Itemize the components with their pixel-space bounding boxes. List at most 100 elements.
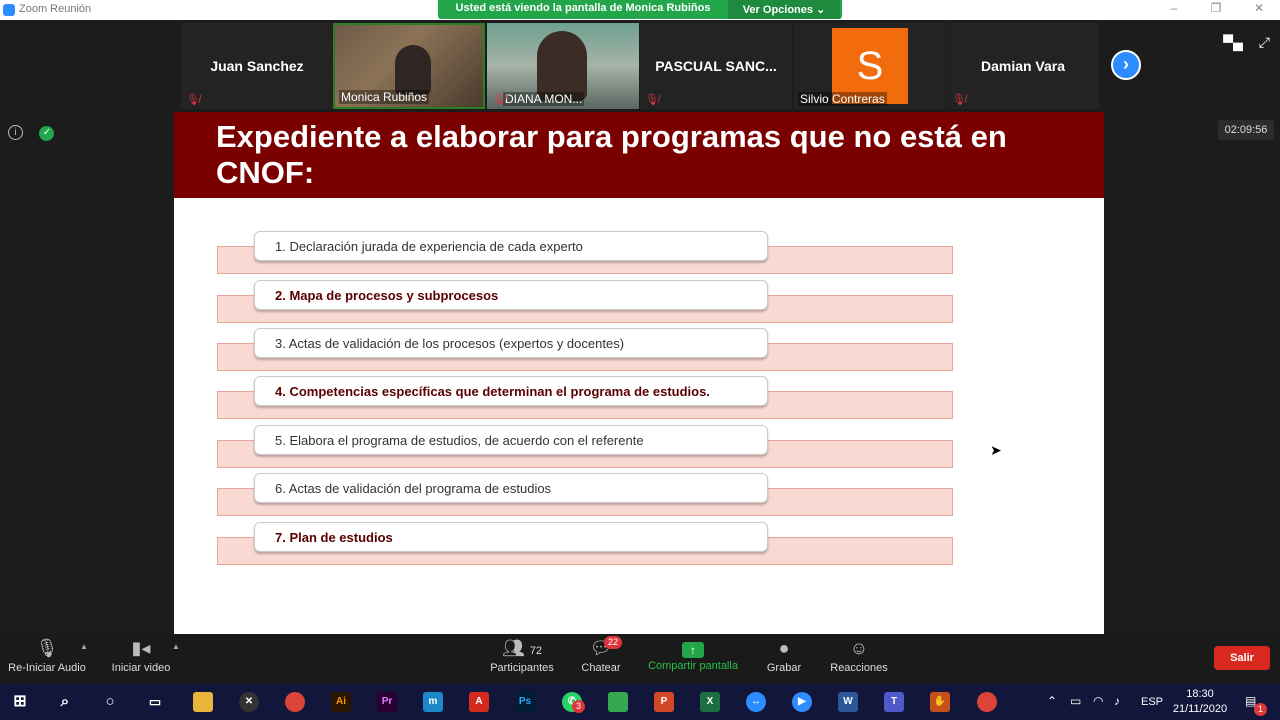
participants-count: 72 xyxy=(529,645,543,657)
maps-icon[interactable] xyxy=(608,692,628,712)
pdf-reader-icon[interactable]: A xyxy=(469,692,489,712)
video-label: Iniciar video xyxy=(111,662,171,674)
view-options-button[interactable]: Ver Opciones ⌄ xyxy=(728,0,840,19)
shield-check-icon[interactable]: ✓ xyxy=(39,126,55,141)
slide-list-item: 5. Elabora el programa de estudios, de a… xyxy=(217,425,953,468)
muted-mic-icon: 🎙︎̸ xyxy=(492,94,506,106)
participant-name: PASCUAL SANC... xyxy=(655,58,777,74)
chevron-up-icon[interactable]: ⌃ xyxy=(1047,694,1057,708)
word-icon[interactable]: W xyxy=(838,692,858,712)
muted-mic-icon: 🎙︎ xyxy=(35,638,59,658)
slide-list-item: 4. Competencias específicas que determin… xyxy=(217,376,953,419)
audio-button[interactable]: 🎙︎ Re-Iniciar Audio ▲ xyxy=(2,634,92,684)
slide-list-item: 2. Mapa de procesos y subprocesos xyxy=(217,280,953,323)
audio-label: Re-Iniciar Audio xyxy=(8,662,86,674)
gallery-view-icon[interactable]: ▀▄ xyxy=(1223,34,1243,50)
participants-label: Participantes xyxy=(490,662,554,674)
wifi-icon[interactable]: ◠ xyxy=(1093,694,1103,708)
close-window-button[interactable]: ✕ xyxy=(1249,1,1269,15)
volume-icon[interactable]: ♪ xyxy=(1114,694,1120,708)
video-button[interactable]: ▮◂ Iniciar video ▲ xyxy=(104,634,180,684)
windows-start-icon[interactable]: ⊞ xyxy=(10,692,30,712)
participant-tile-monica[interactable]: Monica Rubiños xyxy=(333,23,485,109)
moodle-icon[interactable]: m xyxy=(423,692,443,712)
language-indicator[interactable]: ESP xyxy=(1141,696,1163,708)
teamviewer-icon[interactable]: ↔ xyxy=(746,692,766,712)
participant-tile-juan-sanchez[interactable]: Juan Sanchez 🎙︎̸ xyxy=(181,23,333,109)
share-screen-button[interactable]: ↑ Compartir pantalla xyxy=(642,634,744,684)
photoshop-icon[interactable]: Ps xyxy=(515,692,535,712)
task-view-icon[interactable]: ▭ xyxy=(145,692,165,712)
chat-button[interactable]: 💬︎ 22 Chatear xyxy=(578,634,624,684)
view-options-label: Ver Opciones xyxy=(742,4,814,16)
participant-name: DIANA MON... xyxy=(503,92,585,106)
person-silhouette xyxy=(395,45,431,95)
file-explorer-icon[interactable] xyxy=(193,692,213,712)
banner-message: Usted está viendo la pantalla de Monica … xyxy=(455,2,711,14)
participant-tile-silvio[interactable]: S Silvio Contreras xyxy=(794,23,946,109)
premiere-icon[interactable]: Pr xyxy=(377,692,397,712)
share-label: Compartir pantalla xyxy=(648,660,738,672)
chevron-up-icon[interactable]: ▲ xyxy=(172,642,180,651)
info-icon[interactable]: i xyxy=(8,125,23,140)
chevron-up-icon[interactable]: ▲ xyxy=(80,642,88,651)
clock-time: 18:30 xyxy=(1186,688,1214,700)
reactions-label: Reacciones xyxy=(830,662,888,674)
powerpoint-icon[interactable]: P xyxy=(654,692,674,712)
meeting-area: Juan Sanchez 🎙︎̸ Monica Rubiños DIANA MO… xyxy=(0,20,1280,684)
participant-tile-pascual[interactable]: PASCUAL SANC... 🎙︎̸ xyxy=(640,23,792,109)
excel-icon[interactable]: X xyxy=(700,692,720,712)
app-icon[interactable]: ✕ xyxy=(239,692,259,712)
shared-screen: Expediente a elaborar para programas que… xyxy=(174,112,1104,634)
muted-mic-icon: 🎙︎̸ xyxy=(186,94,200,106)
mouse-cursor-icon: ➤ xyxy=(990,442,1002,458)
reactions-button[interactable]: ☺ Reacciones xyxy=(826,634,892,684)
item-text: 3. Actas de validación de los procesos (… xyxy=(254,328,768,358)
next-page-arrow-icon[interactable]: › xyxy=(1111,50,1141,80)
person-silhouette xyxy=(537,31,587,101)
chrome-icon[interactable] xyxy=(285,692,305,712)
participant-name: Damian Vara xyxy=(980,58,1066,74)
item-text: 1. Declaración jurada de experiencia de … xyxy=(254,231,768,261)
slide-list-item: 1. Declaración jurada de experiencia de … xyxy=(217,231,953,274)
video-off-icon: ▮◂ xyxy=(131,638,151,658)
zoom-icon[interactable]: ▶ xyxy=(792,692,812,712)
participant-tile-damian[interactable]: Damian Vara 🎙︎̸ xyxy=(947,23,1099,109)
record-label: Grabar xyxy=(766,662,802,674)
teams-icon[interactable]: T xyxy=(884,692,904,712)
share-screen-icon: ↑ xyxy=(682,642,704,658)
participant-tile-diana[interactable]: DIANA MON... 🎙︎̸ xyxy=(487,23,639,109)
record-button[interactable]: ● Grabar xyxy=(762,634,806,684)
chrome-icon[interactable] xyxy=(977,692,997,712)
item-text: 6. Actas de validación del programa de e… xyxy=(254,473,768,503)
muted-mic-icon: 🎙︎̸ xyxy=(645,94,659,106)
meeting-toolbar: 🎙︎ Re-Iniciar Audio ▲ ▮◂ Iniciar video ▲… xyxy=(0,634,1280,684)
item-text: 4. Competencias específicas que determin… xyxy=(254,376,768,406)
battery-icon[interactable]: ▭ xyxy=(1070,694,1081,708)
participant-name: Monica Rubiños xyxy=(339,90,430,104)
taskbar-clock[interactable]: 18:30 21/11/2020 xyxy=(1168,687,1232,717)
record-icon: ● xyxy=(778,638,790,658)
item-text: 5. Elabora el programa de estudios, de a… xyxy=(254,425,768,455)
participant-name: Juan Sanchez xyxy=(210,58,304,74)
smiley-icon: ☺ xyxy=(849,638,869,658)
illustrator-icon[interactable]: Ai xyxy=(331,692,351,712)
fullscreen-icon[interactable]: ⤢ xyxy=(1259,34,1270,50)
minimize-button[interactable]: – xyxy=(1164,1,1184,15)
leave-button[interactable]: Salir xyxy=(1214,646,1270,670)
notification-badge: 1 xyxy=(1254,703,1268,716)
participants-button[interactable]: 👥︎ 72 Participantes xyxy=(486,634,558,684)
participant-name: Silvio Contreras xyxy=(798,92,887,106)
window-title: Zoom Reunión xyxy=(19,3,92,15)
screen-share-banner: Usted está viendo la pantalla de Monica … xyxy=(438,0,842,19)
chat-badge: 22 xyxy=(604,636,623,649)
slide-list-item: 3. Actas de validación de los procesos (… xyxy=(217,328,953,371)
search-icon[interactable]: ⌕ xyxy=(55,692,75,712)
app-icon[interactable]: ✋ xyxy=(930,692,950,712)
cortana-icon[interactable]: ○ xyxy=(100,692,120,712)
clock-date: 21/11/2020 xyxy=(1172,703,1228,715)
item-text: 2. Mapa de procesos y subprocesos xyxy=(254,280,768,310)
slide-list-item: 6. Actas de validación del programa de e… xyxy=(217,473,953,516)
restore-button[interactable]: ❐ xyxy=(1206,1,1226,15)
zoom-app-icon xyxy=(3,4,15,16)
